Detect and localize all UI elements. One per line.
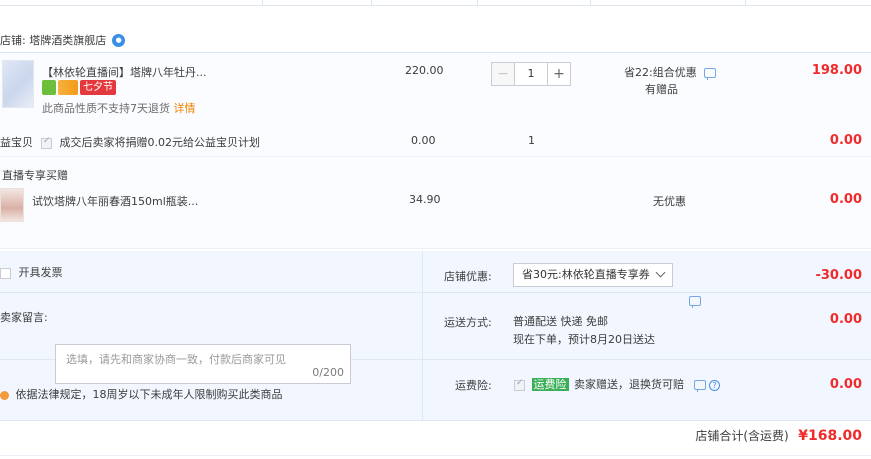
panel-divider [0, 292, 871, 293]
gift-title[interactable]: 试饮塔牌八年丽春酒150ml瓶装... [32, 193, 198, 209]
charity-label: 益宝贝 [0, 136, 33, 149]
seller-message-textarea[interactable]: 选填，请先和商家协商一致，付款后商家可见 0/200 [55, 344, 351, 384]
warning-icon [0, 390, 9, 400]
seller-message-label: 卖家留言: [0, 311, 48, 324]
header-divider [477, 0, 478, 5]
header-divider [371, 0, 372, 5]
shipping-eta: 现在下单，预计8月20日送达 [513, 333, 655, 346]
gift-promo: 无优惠 [653, 195, 686, 208]
charity-quantity: 1 [528, 134, 535, 147]
gift-price: 34.90 [409, 193, 441, 206]
item-subtotal: 198.00 [811, 63, 862, 78]
gift-text: 有赠品 [645, 83, 678, 96]
gift-thumbnail[interactable] [0, 188, 24, 222]
promo-info: 省22:组合优惠 [624, 64, 717, 80]
help-icon[interactable]: ? [709, 379, 720, 391]
charity-subtotal: 0.00 [829, 133, 862, 148]
shop-discount-amount: -30.00 [815, 268, 862, 283]
shop-total-label: 店铺合计(含运费) [695, 429, 789, 443]
decrease-quantity-button[interactable]: − [491, 62, 515, 86]
chevron-down-icon [655, 267, 666, 278]
product-badges: 七夕节 [42, 80, 116, 95]
card-badge-icon [58, 80, 78, 95]
charity-price: 0.00 [411, 134, 436, 147]
quantity-input[interactable]: 1 [515, 62, 547, 86]
panel-column-divider [422, 251, 423, 421]
shop-total-value: ¥168.00 [798, 428, 862, 444]
insurance-tag: 运费险 [531, 378, 569, 391]
unit-price: 220.00 [405, 64, 444, 77]
insurance-info: 运费险 卖家赠送，退换货可赔 ? [514, 376, 720, 392]
invoice-label: 开具发票 [18, 266, 63, 279]
order-items [0, 52, 871, 249]
discount-chat-icon[interactable] [689, 296, 701, 308]
panel-divider [0, 420, 871, 421]
insurance-text: 卖家赠送，退换货可赔 [574, 378, 684, 391]
char-counter: 0/200 [312, 366, 344, 379]
charity-info: 成交后卖家将捐赠0.02元给公益宝贝计划 [41, 134, 260, 150]
wangwang-chat-icon[interactable]: ● [112, 33, 126, 47]
promo-detail-icon[interactable] [704, 68, 717, 80]
shipping-amount: 0.00 [829, 312, 862, 327]
insurance-checkbox[interactable] [514, 378, 525, 391]
seller-message-placeholder: 选填，请先和商家协商一致，付款后商家可见 [66, 353, 286, 366]
shop-discount-selected: 省30元:林依轮直播专享券 [522, 268, 650, 281]
charity-text: 成交后卖家将捐赠0.02元给公益宝贝计划 [59, 136, 261, 149]
insurance-chat-icon[interactable] [693, 380, 706, 392]
product-thumbnail[interactable] [2, 60, 34, 108]
age-restriction-notice: 依据法律规定，18周岁以下未成年人限制购买此类商品 [0, 386, 283, 402]
service-badge-icon [42, 80, 56, 95]
gift-subtotal: 0.00 [829, 192, 862, 207]
shop-row: 店铺: 塔牌酒类旗舰店 ● [0, 30, 126, 50]
row-divider [0, 156, 871, 157]
quantity-stepper: − 1 + [491, 62, 571, 86]
festival-badge: 七夕节 [80, 80, 116, 95]
shop-name[interactable]: 店铺: 塔牌酒类旗舰店 [0, 32, 106, 48]
promo-text: 省22:组合优惠 [624, 66, 697, 79]
shipping-method: 普通配送 快递 免邮 [513, 315, 608, 328]
shop-discount-label: 店铺优惠: [444, 270, 492, 283]
return-policy-note: 此商品性质不支持7天退货 详情 [42, 100, 196, 116]
header-divider [262, 0, 263, 5]
insurance-amount: 0.00 [829, 377, 862, 392]
charity-checkbox[interactable] [41, 136, 52, 149]
shipping-label: 运送方式: [444, 316, 492, 329]
bottom-divider [0, 455, 871, 459]
table-header-strip [0, 0, 871, 6]
shop-discount-select[interactable]: 省30元:林依轮直播专享券 [513, 263, 673, 287]
header-divider [590, 0, 591, 5]
invoice-option[interactable]: 开具发票 [0, 264, 63, 280]
increase-quantity-button[interactable]: + [547, 62, 571, 86]
product-title[interactable]: 【林依轮直播间】塔牌八年牡丹... [42, 64, 207, 80]
shop-total: 店铺合计(含运费) ¥168.00 [695, 427, 862, 444]
header-divider [745, 0, 746, 5]
age-restriction-text: 依据法律规定，18周岁以下未成年人限制购买此类商品 [15, 388, 283, 401]
details-link[interactable]: 详情 [174, 102, 196, 115]
return-policy-text: 此商品性质不支持7天退货 [42, 102, 170, 115]
invoice-checkbox[interactable] [0, 267, 11, 279]
insurance-label: 运费险: [455, 379, 492, 392]
gift-section-header: 直播专享买赠 [2, 169, 68, 182]
